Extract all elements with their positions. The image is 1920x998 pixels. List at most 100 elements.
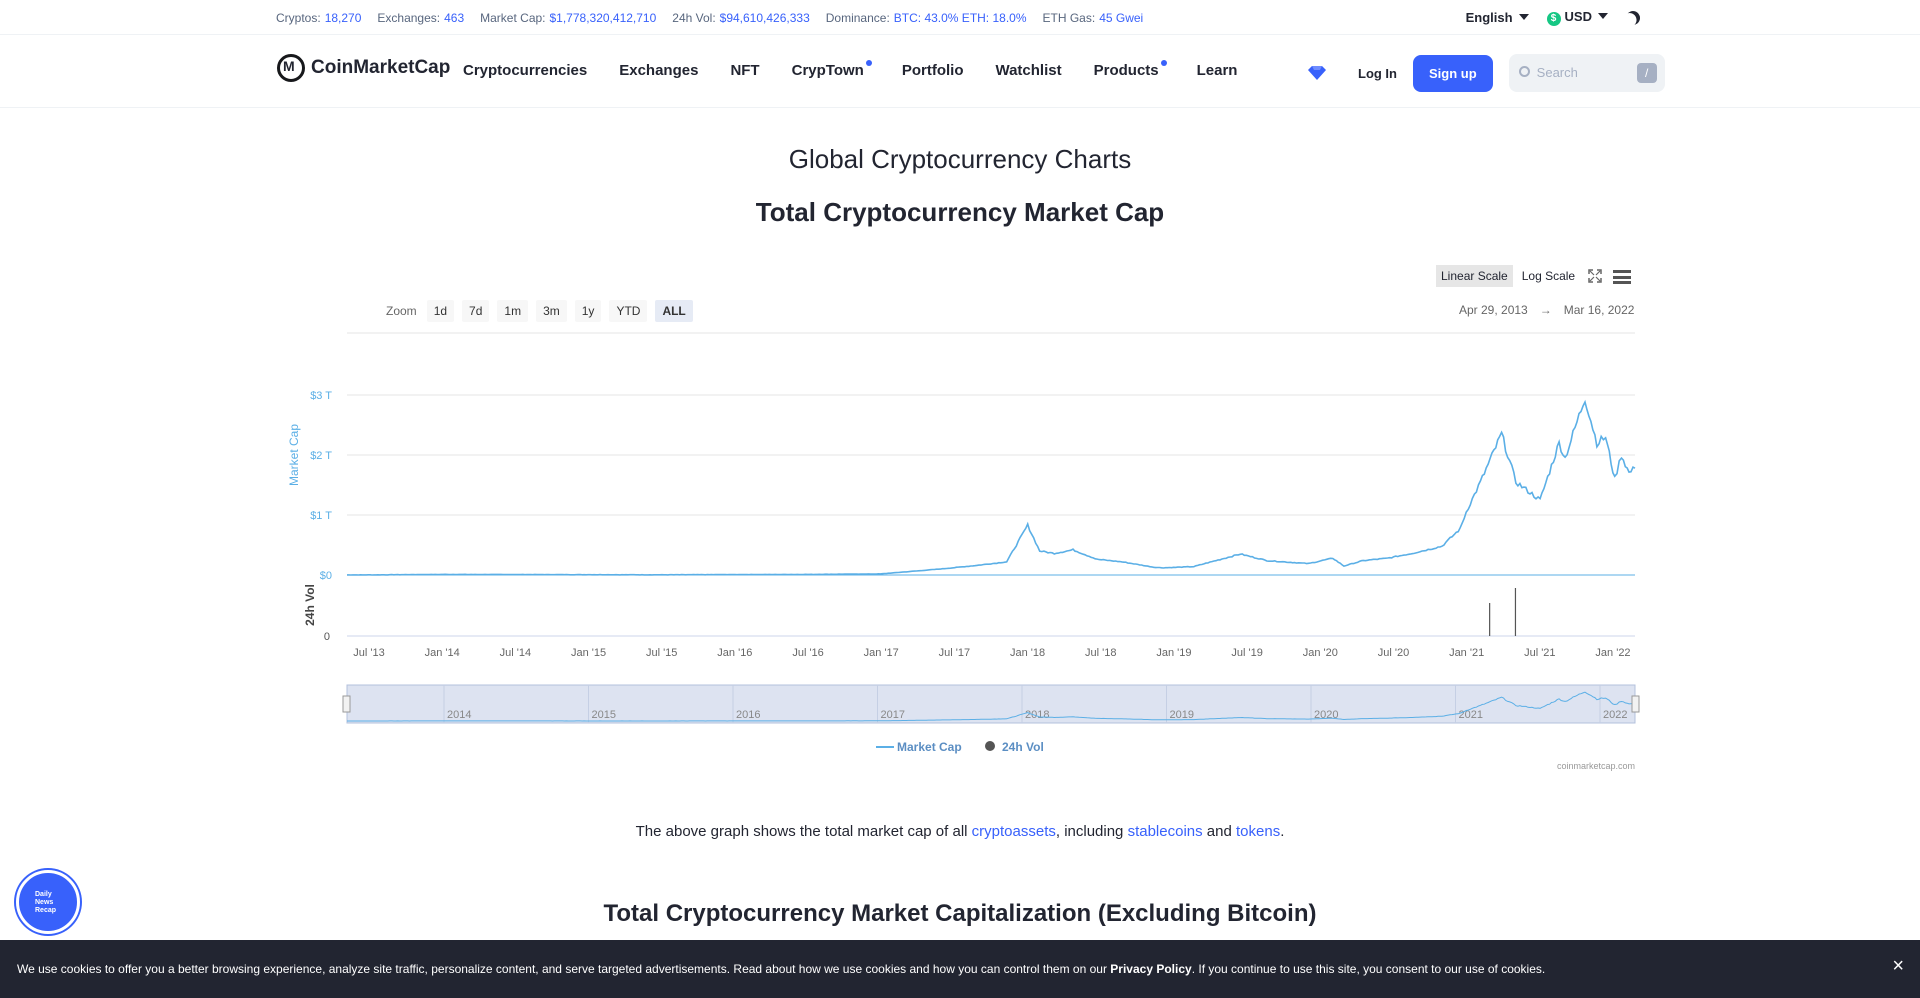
x-tick-label: Jul '18 — [1085, 647, 1116, 659]
nav-item-learn[interactable]: Learn — [1197, 62, 1238, 79]
legend-market-cap[interactable]: Market Cap — [897, 740, 962, 754]
nav-item-label: CrypTown — [791, 62, 864, 79]
nav-item-watchlist[interactable]: Watchlist — [995, 62, 1061, 79]
scale-toggle: Linear Scale Log Scale — [1436, 265, 1580, 287]
cookie-text-part: We use cookies to offer you a better bro… — [17, 962, 1111, 976]
x-tick-label: Jul '16 — [792, 647, 823, 659]
navigator-year-label: 2015 — [592, 709, 616, 721]
vol-tick-label: 0 — [324, 631, 330, 643]
caption-text: . — [1280, 823, 1285, 840]
zoom-button-7d[interactable]: 7d — [462, 300, 490, 322]
zoom-button-1m[interactable]: 1m — [497, 300, 529, 322]
daily-news-recap-badge[interactable]: Daily News Recap — [16, 870, 80, 934]
chart-menu-icon[interactable] — [1613, 270, 1631, 284]
cryptoassets-link[interactable]: cryptoassets — [972, 823, 1056, 840]
cookie-text: We use cookies to offer you a better bro… — [17, 962, 1545, 976]
y-tick-label: $0 — [320, 570, 332, 582]
nav-item-products[interactable]: Products — [1094, 60, 1167, 79]
stat-label: ETH Gas: — [1042, 11, 1096, 25]
y-axis-label: Market Cap — [287, 424, 301, 486]
stat-value[interactable]: $1,778,320,412,710 — [550, 11, 657, 25]
privacy-policy-link[interactable]: Privacy Policy — [1110, 962, 1191, 976]
x-tick-label: Jan '18 — [1010, 647, 1045, 659]
market-cap-series-line[interactable] — [347, 399, 1636, 576]
fullscreen-icon[interactable] — [1588, 269, 1602, 283]
search-shortcut: / — [1636, 63, 1657, 83]
legend-24h-vol[interactable]: 24h Vol — [1002, 740, 1044, 754]
zoom-button-ytd[interactable]: YTD — [609, 300, 648, 322]
nav-item-cryptocurrencies[interactable]: Cryptocurrencies — [463, 62, 587, 79]
section-title: Total Cryptocurrency Market Cap — [755, 197, 1165, 227]
navigator-handle-left[interactable] — [342, 695, 351, 713]
navigator-year-label: 2016 — [736, 709, 760, 721]
logo[interactable]: CoinMarketCap — [277, 54, 450, 82]
logo-icon — [277, 54, 305, 82]
caption-text: The above graph shows the total market c… — [635, 823, 972, 840]
search-input[interactable]: Search / — [1508, 54, 1665, 92]
stat-item: Cryptos: 18,270 — [276, 11, 361, 25]
stat-value[interactable]: $94,610,426,333 — [720, 11, 810, 25]
nav-item-cryptown[interactable]: CrypTown — [791, 60, 872, 79]
zoom-button-1y[interactable]: 1y — [574, 300, 602, 322]
nav-item-label: Exchanges — [619, 62, 699, 79]
stat-value[interactable]: 45 Gwei — [1099, 11, 1143, 25]
range-from[interactable]: Apr 29, 2013 — [1459, 303, 1528, 317]
nav-item-nft[interactable]: NFT — [730, 62, 759, 79]
navigator-year-label: 2018 — [1025, 709, 1049, 721]
legend-dot-swatch — [985, 741, 995, 751]
x-tick-label: Jan '19 — [1156, 647, 1191, 659]
chevron-down-icon — [1518, 14, 1529, 20]
linear-scale-button[interactable]: Linear Scale — [1436, 265, 1513, 287]
x-tick-label: Jul '15 — [646, 647, 677, 659]
stat-item: Dominance: BTC: 43.0% ETH: 18.0% — [826, 11, 1027, 25]
tokens-link[interactable]: tokens — [1236, 823, 1280, 840]
x-tick-label: Jan '22 — [1595, 647, 1630, 659]
diamond-icon[interactable] — [1308, 65, 1326, 81]
stat-item: 24h Vol: $94,610,426,333 — [672, 11, 809, 25]
nav-item-exchanges[interactable]: Exchanges — [619, 62, 698, 79]
signup-button[interactable]: Sign up — [1413, 54, 1493, 92]
language-selector[interactable]: English — [1466, 10, 1529, 25]
stat-value[interactable]: 18,270 — [325, 11, 362, 25]
stat-value[interactable]: BTC: 43.0% ETH: 18.0% — [894, 11, 1027, 25]
x-tick-label: Jan '20 — [1303, 647, 1338, 659]
navigator-handle-right[interactable] — [1631, 695, 1640, 713]
zoom-button-1d[interactable]: 1d — [426, 300, 455, 322]
x-tick-label: Jul '14 — [500, 647, 531, 659]
login-button[interactable]: Log In — [1358, 66, 1397, 81]
x-tick-label: Jan '21 — [1449, 647, 1484, 659]
navigator-year-label: 2017 — [881, 709, 905, 721]
currency-selector[interactable]: $ USD — [1546, 9, 1608, 26]
stat-item: ETH Gas: 45 Gwei — [1043, 11, 1144, 25]
page-title: Global Cryptocurrency Charts — [788, 144, 1132, 174]
chart-caption: The above graph shows the total market c… — [0, 823, 1920, 840]
search-icon — [1518, 66, 1530, 77]
caption-text: and — [1202, 823, 1236, 840]
chart-credit[interactable]: coinmarketcap.com — [1557, 761, 1635, 771]
stat-value[interactable]: 463 — [444, 11, 464, 25]
range-navigator[interactable] — [346, 684, 1636, 724]
global-stats-bar: Cryptos: 18,270 Exchanges: 463 Market Cap: $1… — [0, 0, 1920, 35]
zoom-label: Zoom — [386, 304, 417, 318]
badge-line: Daily — [35, 891, 52, 898]
dark-mode-icon[interactable] — [1623, 8, 1642, 27]
stat-item: Market Cap: $1,778,320,412,710 — [480, 11, 656, 25]
zoom-button-3m[interactable]: 3m — [536, 300, 567, 322]
nav-menu: Cryptocurrencies Exchanges NFT CrypTown Port… — [463, 60, 1238, 79]
stablecoins-link[interactable]: stablecoins — [1128, 823, 1203, 840]
badge-line: Recap — [35, 907, 57, 914]
range-to[interactable]: Mar 16, 2022 — [1564, 303, 1635, 317]
stat-label: Exchanges: — [377, 11, 441, 25]
zoom-button-all[interactable]: ALL — [655, 300, 693, 322]
x-tick-label: Jan '16 — [717, 647, 752, 659]
market-cap-chart[interactable]: $0 $1 T $2 T $3 T Market Cap 24h Vol 0 Jul '13 J… — [280, 330, 1640, 780]
nav-item-label: Cryptocurrencies — [463, 62, 588, 79]
nav-item-portfolio[interactable]: Portfolio — [902, 62, 964, 79]
x-tick-label: Jan '17 — [864, 647, 899, 659]
nav-item-label: NFT — [730, 62, 760, 79]
navigator-year-label: 2014 — [447, 709, 471, 721]
close-icon[interactable]: × — [1892, 955, 1904, 978]
zoom-controls: Zoom 1d 7d 1m 3m 1y YTD ALL — [386, 300, 693, 322]
nav-item-label: Watchlist — [995, 62, 1062, 79]
log-scale-button[interactable]: Log Scale — [1517, 265, 1580, 287]
